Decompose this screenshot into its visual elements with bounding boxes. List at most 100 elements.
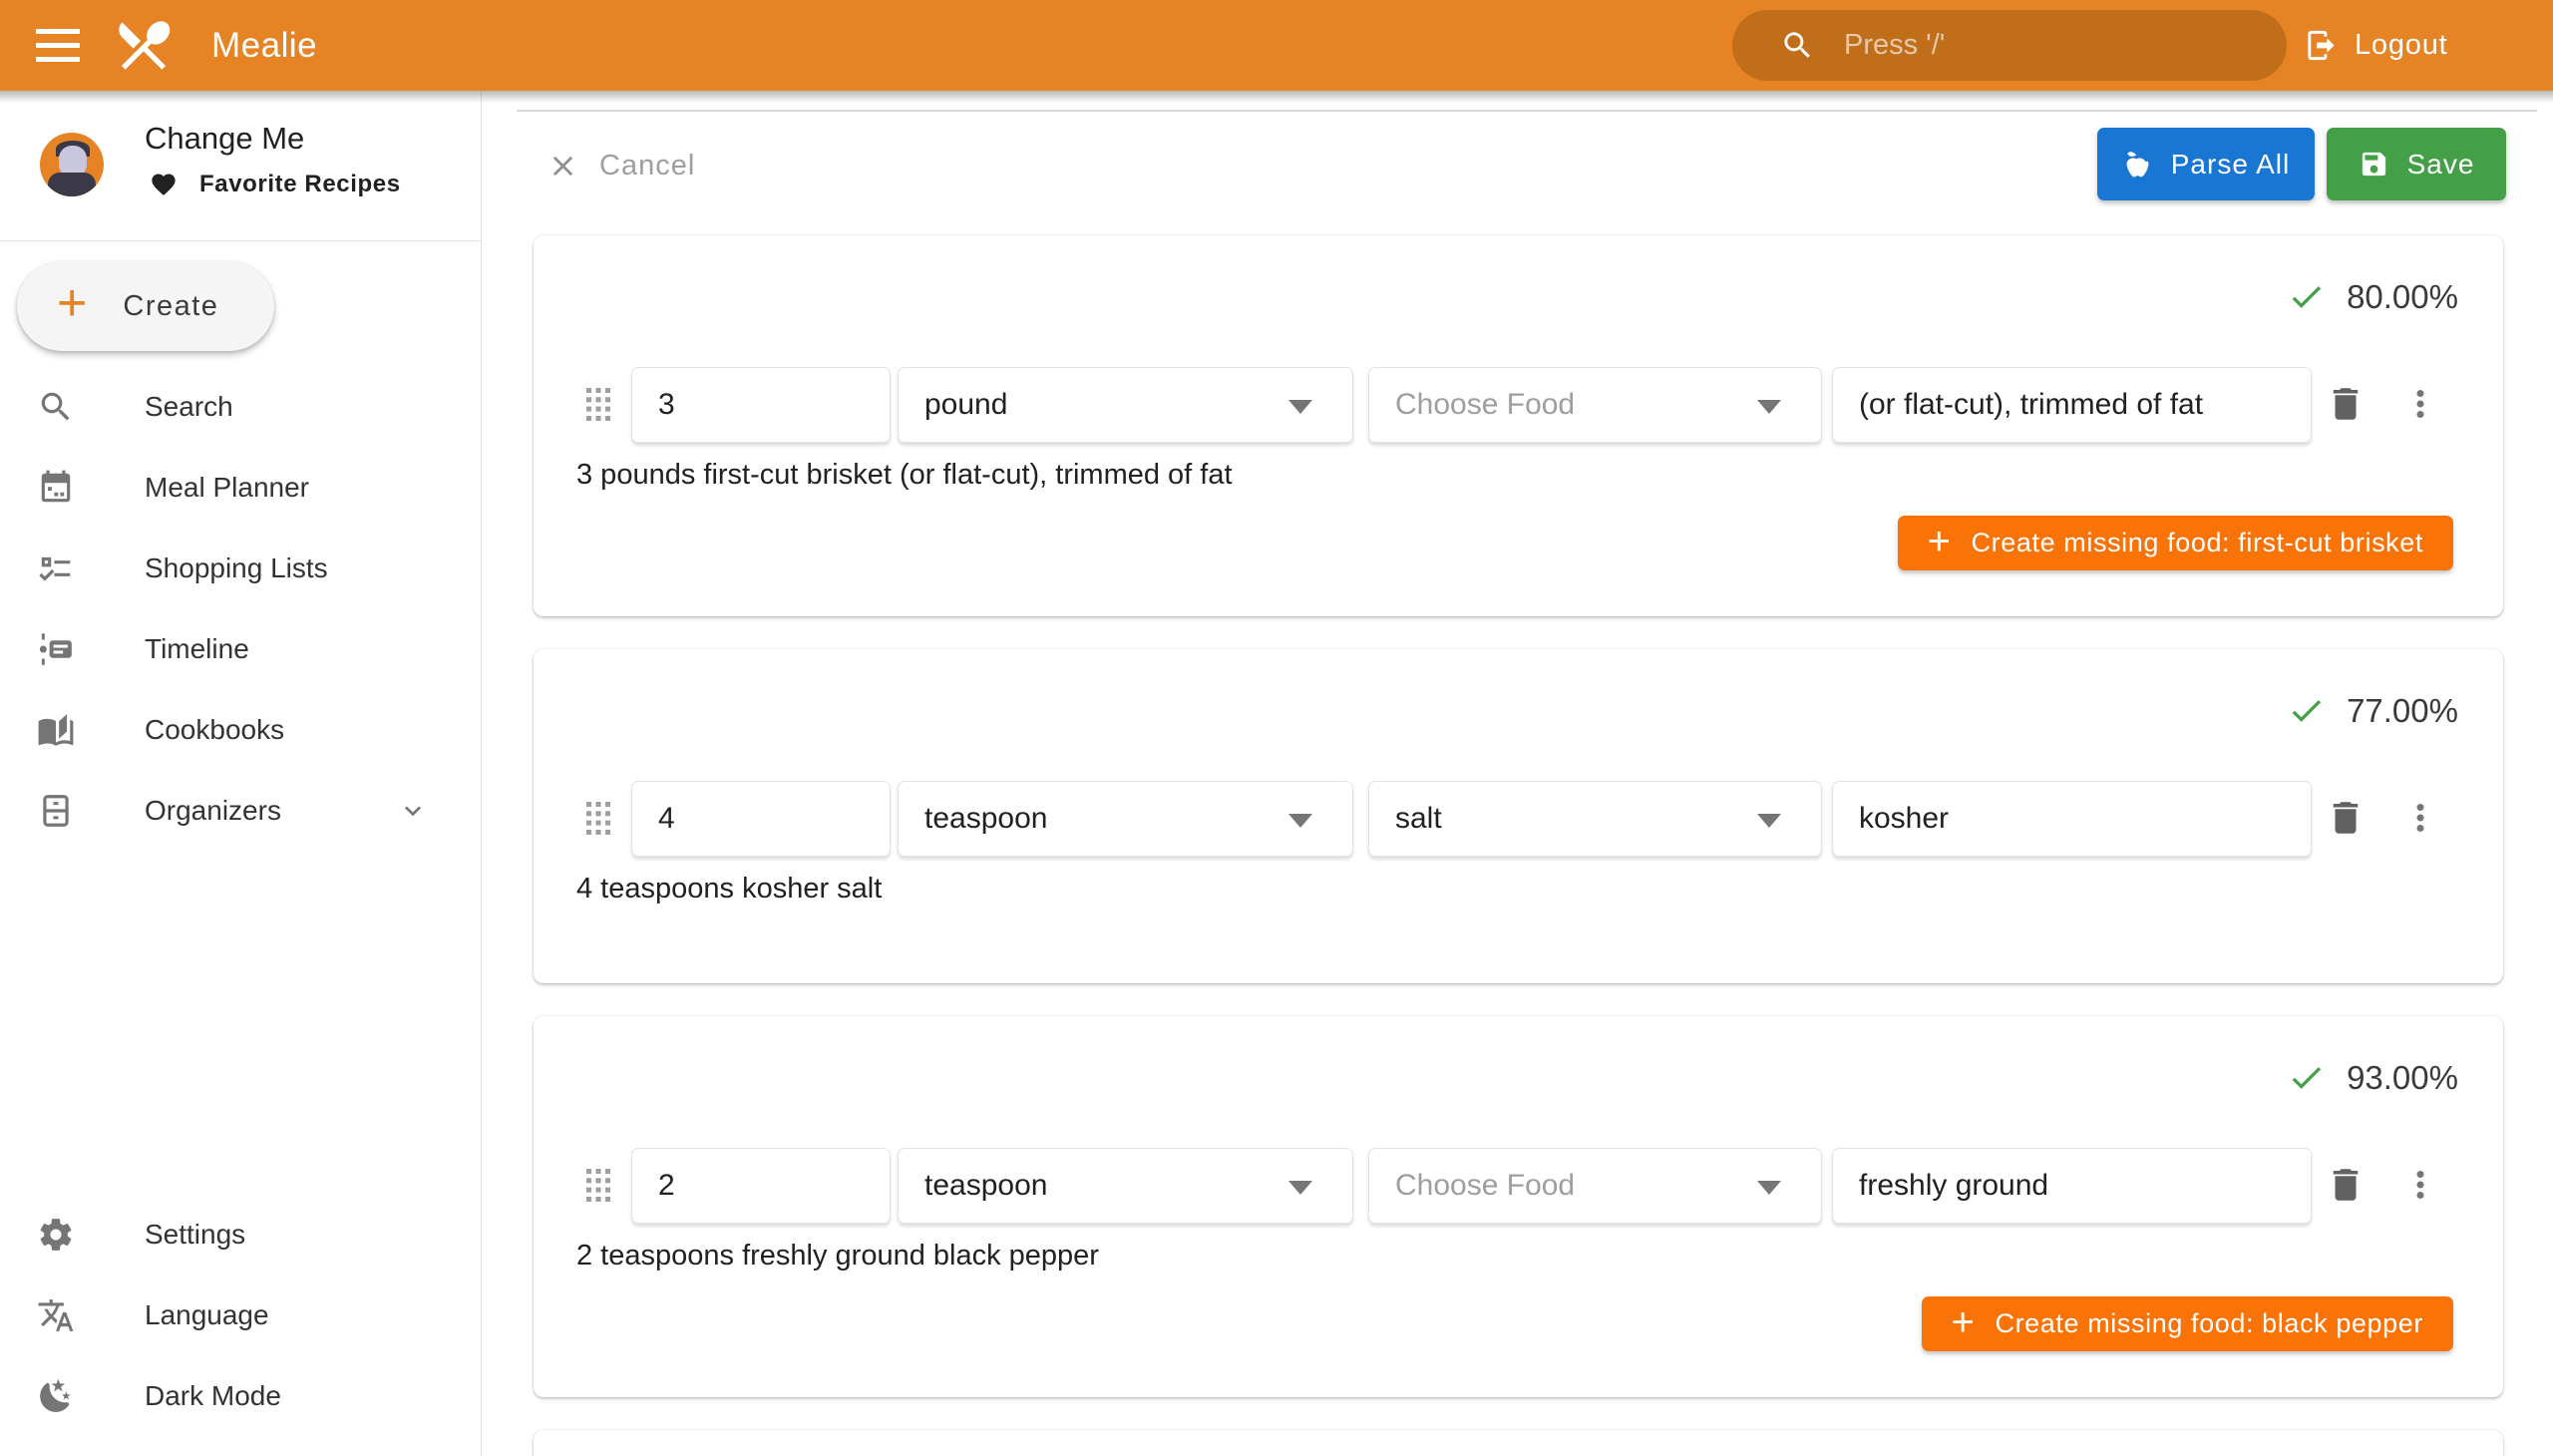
kebab-icon (2399, 383, 2441, 425)
checklist-icon (37, 549, 75, 587)
delete-button[interactable] (2322, 381, 2370, 429)
sidebar-item-cookbooks[interactable]: Cookbooks (0, 689, 482, 770)
original-ingredient-text: 3 pounds first-cut brisket (or flat-cut)… (576, 459, 1233, 492)
delete-button[interactable] (2322, 795, 2370, 843)
favorite-recipes-link[interactable]: Favorite Recipes (150, 171, 401, 198)
confidence-indicator: 77.00% (2287, 691, 2458, 730)
dropdown-arrow-icon (1288, 1181, 1312, 1195)
plus-icon: + (57, 277, 87, 329)
ingredient-field-row: teaspoon salt (534, 781, 2503, 857)
sidebar-item-search[interactable]: Search (0, 366, 482, 447)
logout-button[interactable]: Logout (2304, 0, 2448, 91)
heart-icon (150, 171, 178, 198)
sidebar-nav: Search Meal Planner Shopping Lists Timel… (0, 366, 482, 851)
close-icon (547, 150, 579, 182)
ingredient-card: 93.00% teaspoon Choose Food (534, 1016, 2503, 1397)
app-bar: Mealie Logout (0, 0, 2553, 91)
mealie-logo-icon (112, 13, 176, 77)
original-ingredient-text: 2 teaspoons freshly ground black pepper (576, 1240, 1099, 1273)
save-button[interactable]: Save (2327, 128, 2506, 200)
search-input[interactable] (1844, 10, 2263, 81)
moon-stars-icon (37, 1377, 75, 1415)
logout-icon (2304, 28, 2339, 63)
create-button[interactable]: + Create (17, 261, 274, 351)
more-options-button[interactable] (2396, 381, 2444, 429)
kebab-icon (2399, 1164, 2441, 1206)
ingredient-card: 80.00% pound Choose Food (534, 235, 2503, 616)
trash-icon (2325, 1164, 2367, 1206)
note-input[interactable] (1832, 367, 2312, 443)
mealie-app: Mealie Logout Change Me Favorite Recipes (0, 0, 2553, 1456)
sidebar-item-dark-mode[interactable]: Dark Mode (0, 1355, 482, 1436)
ingredient-field-row: teaspoon Choose Food (534, 1148, 2503, 1224)
kebab-icon (2399, 797, 2441, 839)
drag-handle-icon[interactable] (586, 802, 610, 835)
drag-handle-icon[interactable] (586, 388, 610, 421)
dropdown-arrow-icon (1757, 400, 1781, 414)
trash-icon (2325, 383, 2367, 425)
more-options-button[interactable] (2396, 795, 2444, 843)
logout-label: Logout (2355, 29, 2448, 62)
chevron-down-icon (397, 795, 429, 827)
gear-icon (37, 1216, 75, 1254)
drag-handle-icon[interactable] (586, 1169, 610, 1202)
original-ingredient-text: 4 teaspoons kosher salt (576, 873, 882, 906)
quantity-input[interactable] (631, 781, 891, 857)
confidence-value: 77.00% (2347, 692, 2458, 730)
save-icon (2359, 149, 2389, 180)
delete-button[interactable] (2322, 1162, 2370, 1210)
confidence-value: 93.00% (2347, 1059, 2458, 1097)
check-icon (2287, 277, 2326, 316)
sidebar-item-shopping-lists[interactable]: Shopping Lists (0, 528, 482, 608)
sidebar-item-meal-planner[interactable]: Meal Planner (0, 447, 482, 528)
unit-select[interactable]: teaspoon (898, 1148, 1353, 1224)
magnify-icon (37, 388, 75, 426)
unit-select[interactable]: teaspoon (898, 781, 1353, 857)
calendar-icon (37, 469, 75, 507)
check-icon (2287, 691, 2326, 730)
dropdown-arrow-icon (1757, 1181, 1781, 1195)
cancel-button[interactable]: Cancel (547, 136, 695, 195)
unit-select[interactable]: pound (898, 367, 1353, 443)
note-input[interactable] (1832, 1148, 2312, 1224)
check-icon (2287, 1058, 2326, 1097)
user-name: Change Me (145, 121, 304, 157)
global-search[interactable] (1732, 10, 2287, 81)
more-options-button[interactable] (2396, 1162, 2444, 1210)
create-missing-food-button[interactable]: + Create missing food: first-cut brisket (1898, 516, 2453, 570)
food-select[interactable]: salt (1368, 781, 1822, 857)
create-missing-food-button[interactable]: + Create missing food: black pepper (1922, 1296, 2454, 1351)
sidebar-item-settings[interactable]: Settings (0, 1194, 482, 1274)
confidence-value: 80.00% (2347, 278, 2458, 316)
dropdown-arrow-icon (1757, 814, 1781, 828)
menu-icon[interactable] (36, 29, 80, 62)
book-open-icon (37, 711, 75, 749)
quantity-input[interactable] (631, 367, 891, 443)
dropdown-arrow-icon (1288, 400, 1312, 414)
food-select[interactable]: Choose Food (1368, 1148, 1822, 1224)
plus-icon: + (1928, 522, 1952, 561)
timeline-icon (37, 630, 75, 668)
confidence-indicator: 93.00% (2287, 1058, 2458, 1097)
sidebar: Change Me Favorite Recipes + Create Sear… (0, 91, 482, 1456)
search-icon (1780, 28, 1815, 63)
avatar[interactable] (40, 133, 104, 196)
ingredient-card: + (534, 1430, 2503, 1456)
sidebar-item-organizers[interactable]: Organizers (0, 770, 482, 851)
parse-all-button[interactable]: Parse All (2097, 128, 2315, 200)
quantity-input[interactable] (631, 1148, 891, 1224)
apple-icon (2122, 149, 2153, 180)
ingredient-field-row: pound Choose Food (534, 367, 2503, 443)
cabinet-icon (37, 792, 75, 830)
translate-icon (37, 1296, 75, 1334)
food-select[interactable]: Choose Food (1368, 367, 1822, 443)
trash-icon (2325, 797, 2367, 839)
sidebar-item-language[interactable]: Language (0, 1274, 482, 1355)
app-title: Mealie (211, 0, 317, 91)
favorite-recipes-label: Favorite Recipes (199, 171, 401, 198)
note-input[interactable] (1832, 781, 2312, 857)
dropdown-arrow-icon (1288, 814, 1312, 828)
sidebar-footer: Settings Language Dark Mode (0, 1194, 482, 1436)
confidence-indicator: 80.00% (2287, 277, 2458, 316)
sidebar-item-timeline[interactable]: Timeline (0, 608, 482, 689)
